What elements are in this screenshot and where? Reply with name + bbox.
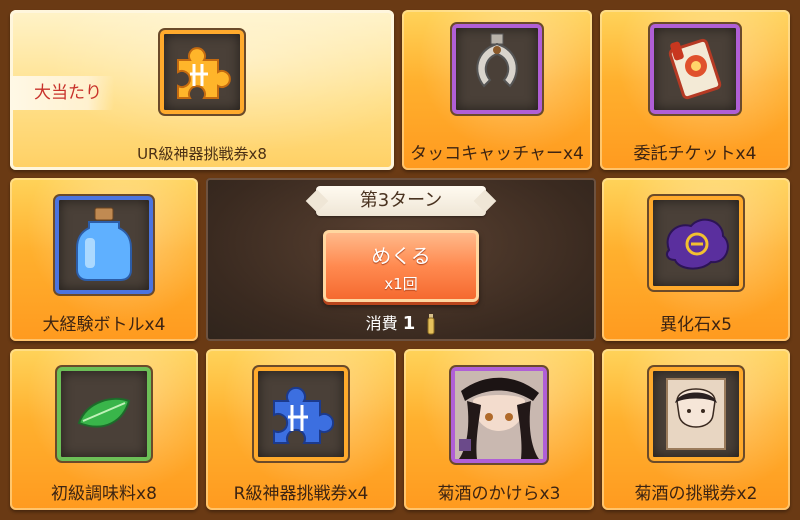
item-frame	[451, 367, 547, 463]
cost-value: 1	[402, 313, 416, 334]
reward-cell-commission-ticket[interactable]: 委託チケットx4	[600, 10, 790, 170]
item-frame	[650, 24, 740, 114]
jackpot-badge: 大当たり	[10, 76, 114, 110]
blue-puzzle-piece-icon	[273, 386, 335, 444]
reward-label: 大経験ボトルx4	[42, 315, 166, 335]
cost-label: 消費	[365, 314, 398, 333]
character-portrait-icon	[455, 371, 543, 459]
cost-token-icon	[427, 313, 435, 334]
item-frame	[649, 196, 743, 290]
exp-bottle-icon	[76, 207, 132, 281]
orange-puzzle-piece-icon	[177, 47, 231, 99]
item-frame	[160, 30, 244, 114]
reward-cell-alien-stone[interactable]: 異化石x5	[602, 178, 790, 341]
reward-label: 菊酒の挑戦券x2	[634, 484, 758, 504]
flip-button-count: x1回	[384, 275, 418, 293]
item-frame	[254, 367, 348, 461]
item-frame	[649, 367, 743, 461]
reward-cell-r-ticket[interactable]: R級神器挑戦券x4	[206, 349, 396, 510]
reward-cell-ur-ticket[interactable]: 大当たり UR級神器挑戦券x8	[10, 10, 394, 170]
reward-cell-character-shard[interactable]: 菊酒のかけらx3	[404, 349, 594, 510]
flip-button[interactable]: めくる x1回	[323, 230, 479, 302]
flip-panel: 第3ターン めくる x1回 消費 1	[206, 178, 596, 341]
reward-label: 異化石x5	[660, 315, 732, 335]
reward-label: 菊酒のかけらx3	[437, 484, 561, 504]
reward-label: 初級調味料x8	[51, 484, 157, 504]
reward-cell-basic-seasoning[interactable]: 初級調味料x8	[10, 349, 198, 510]
reward-label: タッコキャッチャーx4	[410, 144, 584, 164]
reward-label: 委託チケットx4	[633, 144, 757, 164]
turn-banner: 第3ターン	[316, 186, 486, 216]
reward-cell-exp-bottle[interactable]: 大経験ボトルx4	[10, 178, 198, 341]
green-leaf-icon	[77, 397, 131, 428]
reward-cell-character-challenge-ticket[interactable]: 菊酒の挑戦券x2	[602, 349, 790, 510]
item-frame	[57, 367, 151, 461]
purple-slime-stone-icon	[666, 218, 729, 270]
item-frame	[55, 196, 153, 294]
reward-label: UR級神器挑戦券x8	[137, 145, 267, 163]
reward-label: R級神器挑戦券x4	[233, 484, 369, 504]
character-sketch-icon	[666, 378, 726, 450]
cost-row: 消費 1	[206, 310, 596, 336]
claw-catcher-icon	[476, 33, 518, 88]
scroll-ticket-icon	[668, 38, 722, 100]
flip-button-label: めくる	[371, 244, 431, 268]
reward-cell-claw-catcher[interactable]: タッコキャッチャーx4	[402, 10, 592, 170]
item-frame	[452, 24, 542, 114]
